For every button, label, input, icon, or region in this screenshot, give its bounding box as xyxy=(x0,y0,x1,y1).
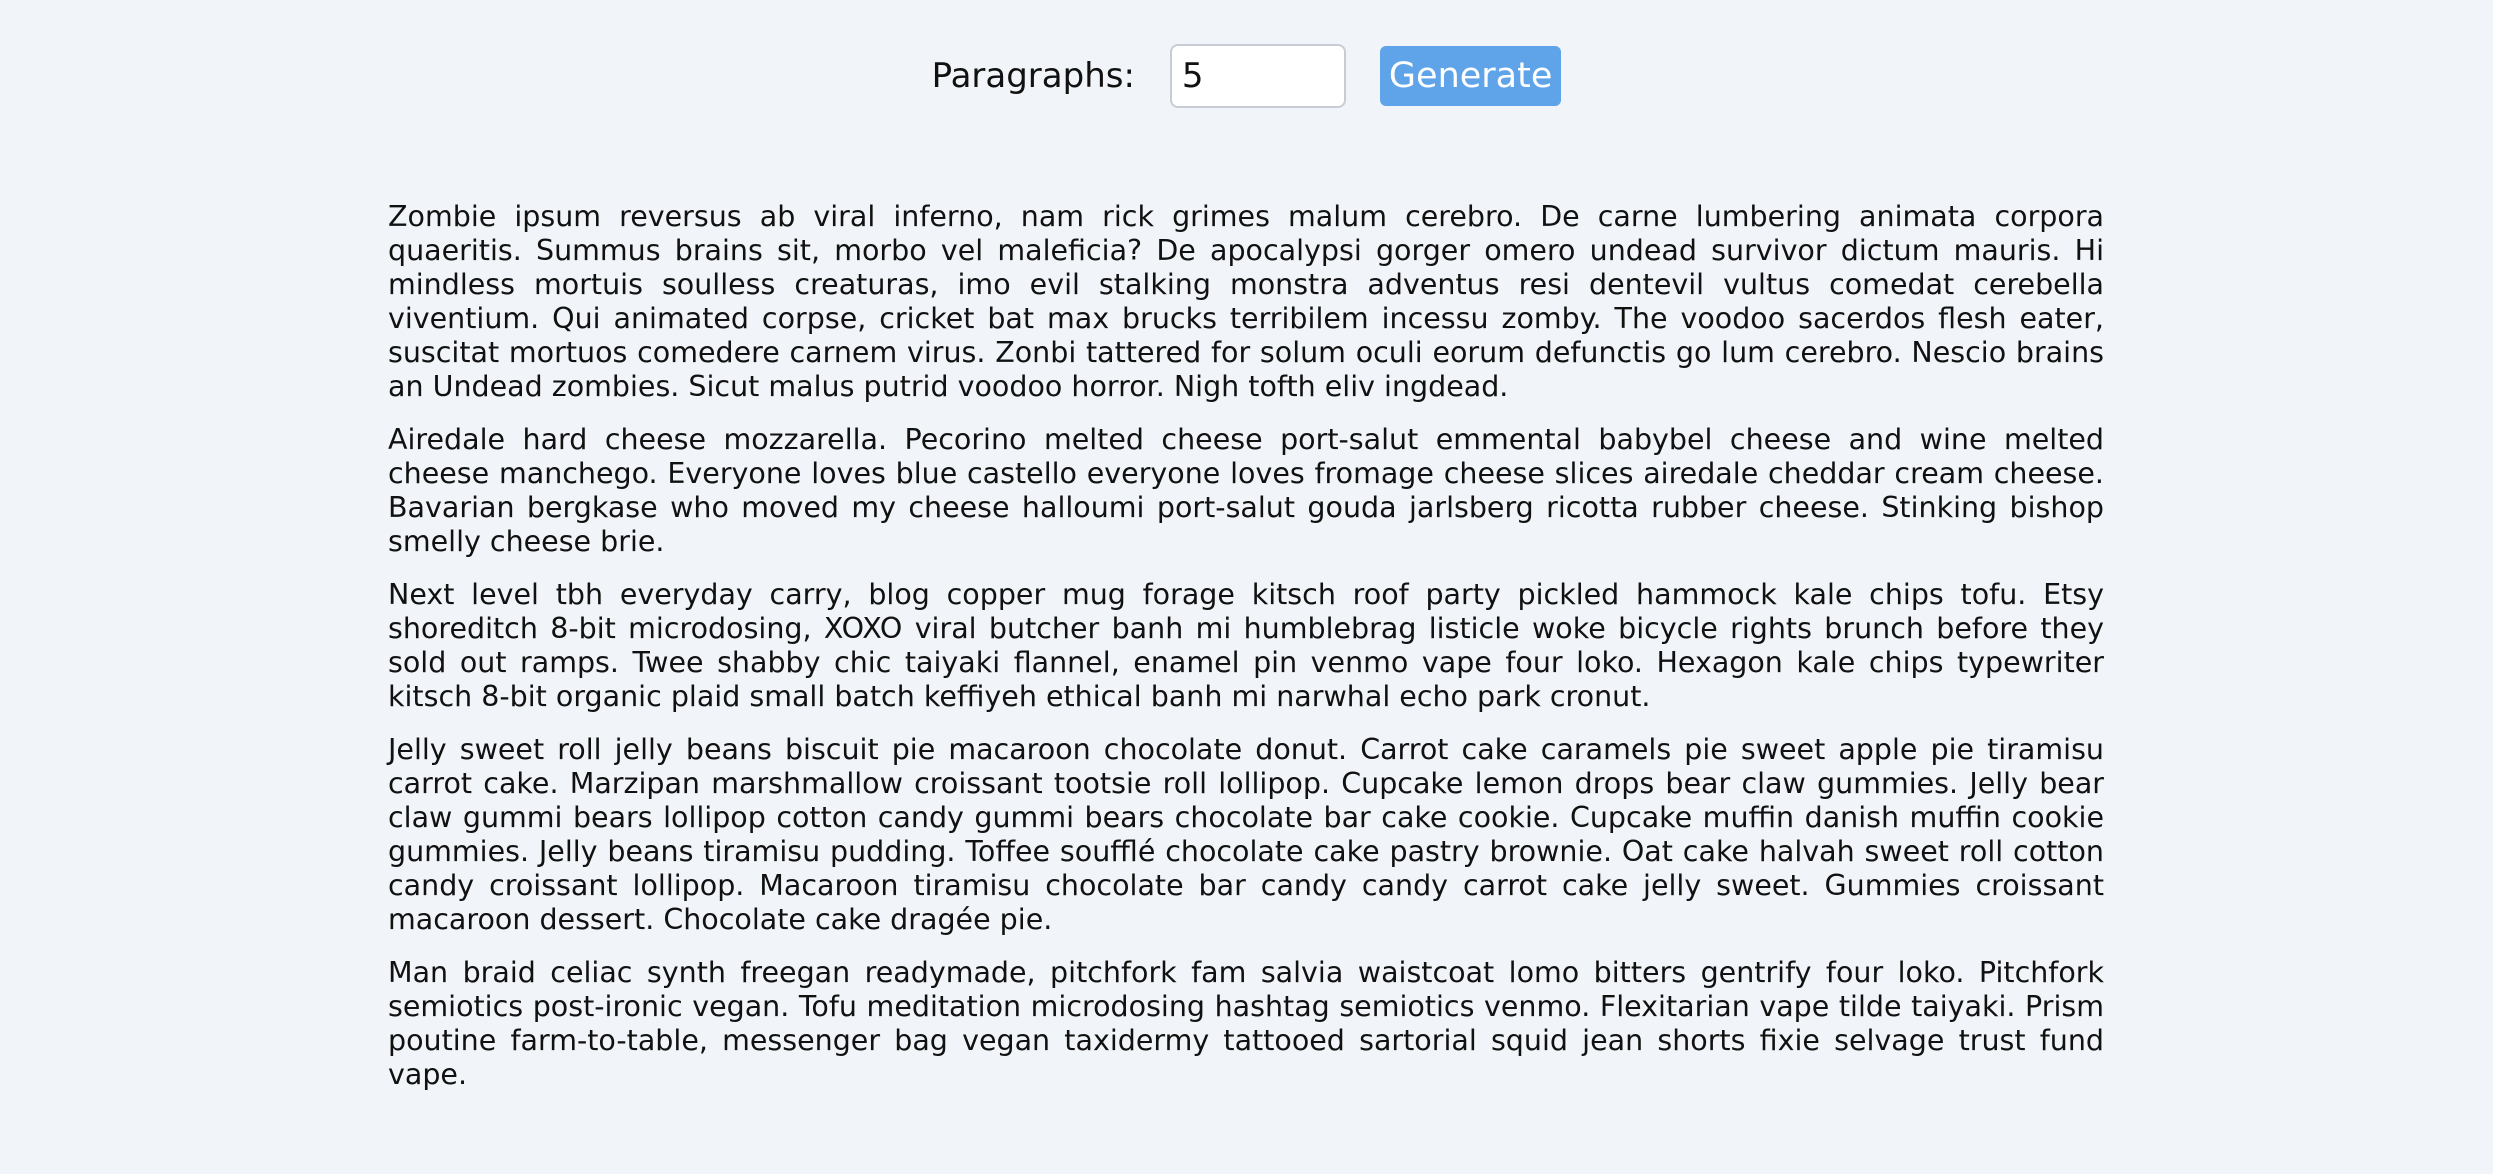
paragraph: Airedale hard cheese mozzarella. Pecorin… xyxy=(388,423,2104,558)
paragraph: Next level tbh everyday carry, blog copp… xyxy=(388,578,2104,713)
paragraphs-count-input[interactable] xyxy=(1169,44,1346,108)
paragraphs-label: Paragraphs: xyxy=(931,56,1135,96)
paragraph: Man braid celiac synth freegan readymade… xyxy=(388,956,2104,1091)
generate-button[interactable]: Generate xyxy=(1379,46,1562,106)
generator-controls: Paragraphs: Generate xyxy=(0,44,2493,108)
paragraph: Zombie ipsum reversus ab viral inferno, … xyxy=(388,200,2104,403)
generated-text: Zombie ipsum reversus ab viral inferno, … xyxy=(388,200,2104,1111)
paragraph: Jelly sweet roll jelly beans biscuit pie… xyxy=(388,733,2104,936)
